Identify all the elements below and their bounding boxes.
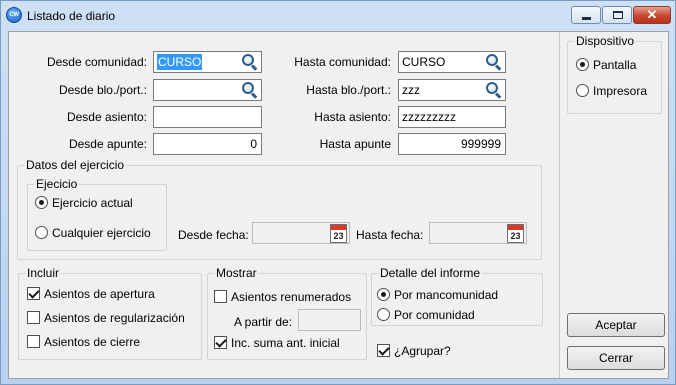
a-partir-de-label: A partir de: — [234, 315, 293, 329]
inc-suma-label: Inc. suma ant. inicial — [231, 336, 340, 350]
inc-suma-checkbox[interactable]: Inc. suma ant. inicial — [214, 336, 340, 350]
radio-off-icon — [35, 226, 48, 240]
radio-on-icon — [377, 288, 390, 302]
maximize-icon — [613, 11, 623, 19]
asientos-apertura-label: Asientos de apertura — [44, 287, 155, 301]
search-icon[interactable] — [241, 82, 259, 99]
por-mancomunidad-radio[interactable]: Por mancomunidad — [377, 288, 498, 302]
minimize-button[interactable] — [571, 6, 601, 24]
hasta-comunidad-field[interactable]: CURSO — [398, 51, 506, 73]
radio-on-icon — [35, 196, 48, 210]
desde-bloque-label: Desde blo./port.: — [58, 83, 147, 97]
datos-ejercicio-legend: Datos del ejercicio — [26, 158, 125, 172]
cerrar-button[interactable]: Cerrar — [567, 346, 665, 370]
cw-app-icon: CW — [6, 7, 22, 23]
dialog-client-area: Desde comunidad: CURSO Hasta comunidad: … — [8, 31, 669, 379]
asientos-cierre-checkbox[interactable]: Asientos de cierre — [27, 335, 140, 349]
hasta-fecha-label: Hasta fecha: — [356, 228, 424, 242]
dialog-window: CW Listado de diario ✕ Desde comunidad: … — [0, 0, 676, 385]
minimize-icon — [582, 17, 591, 20]
search-icon[interactable] — [485, 82, 503, 99]
hasta-asiento-field[interactable]: zzzzzzzzz — [398, 106, 506, 128]
radio-on-icon — [576, 58, 589, 72]
filters-panel: Desde comunidad: CURSO Hasta comunidad: … — [9, 32, 558, 378]
search-icon[interactable] — [241, 54, 259, 71]
desde-fecha-field[interactable]: 23 — [252, 222, 350, 244]
pantalla-label: Pantalla — [593, 58, 637, 72]
detalle-informe-legend: Detalle del informe — [380, 266, 481, 280]
radio-off-icon — [377, 308, 390, 322]
checkbox-checked-icon — [377, 344, 390, 358]
hasta-fecha-field[interactable]: 23 — [429, 222, 527, 244]
ejercicio-legend: Ejecicio — [36, 177, 78, 191]
pantalla-radio[interactable]: Pantalla — [576, 58, 636, 72]
desde-fecha-label: Desde fecha: — [178, 228, 249, 242]
impresora-label: Impresora — [593, 84, 648, 98]
checkbox-unchecked-icon — [27, 311, 40, 325]
checkbox-checked-icon — [214, 336, 227, 350]
asientos-regularizacion-checkbox[interactable]: Asientos de regularización — [27, 311, 185, 325]
asientos-regularizacion-label: Asientos de regularización — [44, 311, 185, 325]
asientos-cierre-label: Asientos de cierre — [44, 335, 141, 349]
checkbox-unchecked-icon — [214, 290, 227, 304]
hasta-apunte-label: Hasta apunte — [319, 137, 391, 151]
mostrar-legend: Mostrar — [216, 266, 257, 280]
hasta-bloque-value: zzz — [402, 83, 420, 97]
hasta-comunidad-label: Hasta comunidad: — [294, 55, 391, 69]
calendar-icon[interactable]: 23 — [330, 224, 347, 243]
desde-asiento-field[interactable] — [153, 106, 262, 128]
close-button[interactable]: ✕ — [633, 6, 671, 24]
por-comunidad-label: Por comunidad — [394, 308, 475, 322]
agrupar-checkbox[interactable]: ¿Agrupar? — [377, 344, 451, 358]
hasta-bloque-label: Hasta blo./port.: — [306, 83, 391, 97]
hasta-comunidad-value: CURSO — [402, 55, 446, 69]
asientos-apertura-checkbox[interactable]: Asientos de apertura — [27, 287, 155, 301]
hasta-asiento-label: Hasta asiento: — [314, 110, 391, 124]
asientos-renumerados-label: Asientos renumerados — [231, 290, 352, 304]
desde-apunte-label: Desde apunte: — [68, 137, 147, 151]
hasta-apunte-value: 999999 — [460, 137, 501, 151]
asientos-renumerados-checkbox[interactable]: Asientos renumerados — [214, 290, 351, 304]
desde-comunidad-label: Desde comunidad: — [46, 55, 147, 69]
impresora-radio[interactable]: Impresora — [576, 84, 647, 98]
ejercicio-actual-radio[interactable]: Ejercicio actual — [35, 196, 133, 210]
search-icon[interactable] — [485, 54, 503, 71]
por-comunidad-radio[interactable]: Por comunidad — [377, 308, 475, 322]
title-bar[interactable]: CW Listado de diario ✕ — [1, 1, 675, 31]
checkbox-checked-icon — [27, 287, 40, 301]
desde-bloque-field[interactable] — [153, 79, 262, 101]
desde-apunte-field[interactable]: 0 — [153, 133, 262, 155]
cualquier-ejercicio-label: Cualquier ejercicio — [52, 226, 151, 240]
maximize-button[interactable] — [602, 6, 632, 24]
incluir-legend: Incluir — [27, 266, 60, 280]
dispositivo-legend: Dispositivo — [576, 34, 635, 48]
por-mancomunidad-label: Por mancomunidad — [394, 288, 499, 302]
hasta-asiento-value: zzzzzzzzz — [402, 110, 456, 124]
desde-comunidad-field[interactable]: CURSO — [153, 51, 262, 73]
desde-apunte-value: 0 — [250, 137, 257, 151]
cualquier-ejercicio-radio[interactable]: Cualquier ejercicio — [35, 226, 151, 240]
output-panel: Dispositivo Pantalla Impresora Aceptar C… — [559, 32, 668, 378]
desde-asiento-label: Desde asiento: — [66, 110, 147, 124]
agrupar-label: ¿Agrupar? — [394, 344, 451, 358]
radio-off-icon — [576, 84, 589, 98]
a-partir-de-field[interactable] — [298, 309, 361, 331]
hasta-apunte-field[interactable]: 999999 — [398, 133, 506, 155]
desde-comunidad-value: CURSO — [157, 54, 203, 70]
close-icon: ✕ — [646, 7, 658, 22]
dispositivo-group: Dispositivo — [567, 34, 662, 114]
aceptar-button[interactable]: Aceptar — [567, 313, 665, 337]
window-title: Listado de diario — [27, 9, 116, 23]
hasta-bloque-field[interactable]: zzz — [398, 79, 506, 101]
checkbox-unchecked-icon — [27, 335, 40, 349]
ejercicio-actual-label: Ejercicio actual — [52, 196, 133, 210]
calendar-icon[interactable]: 23 — [507, 224, 524, 243]
